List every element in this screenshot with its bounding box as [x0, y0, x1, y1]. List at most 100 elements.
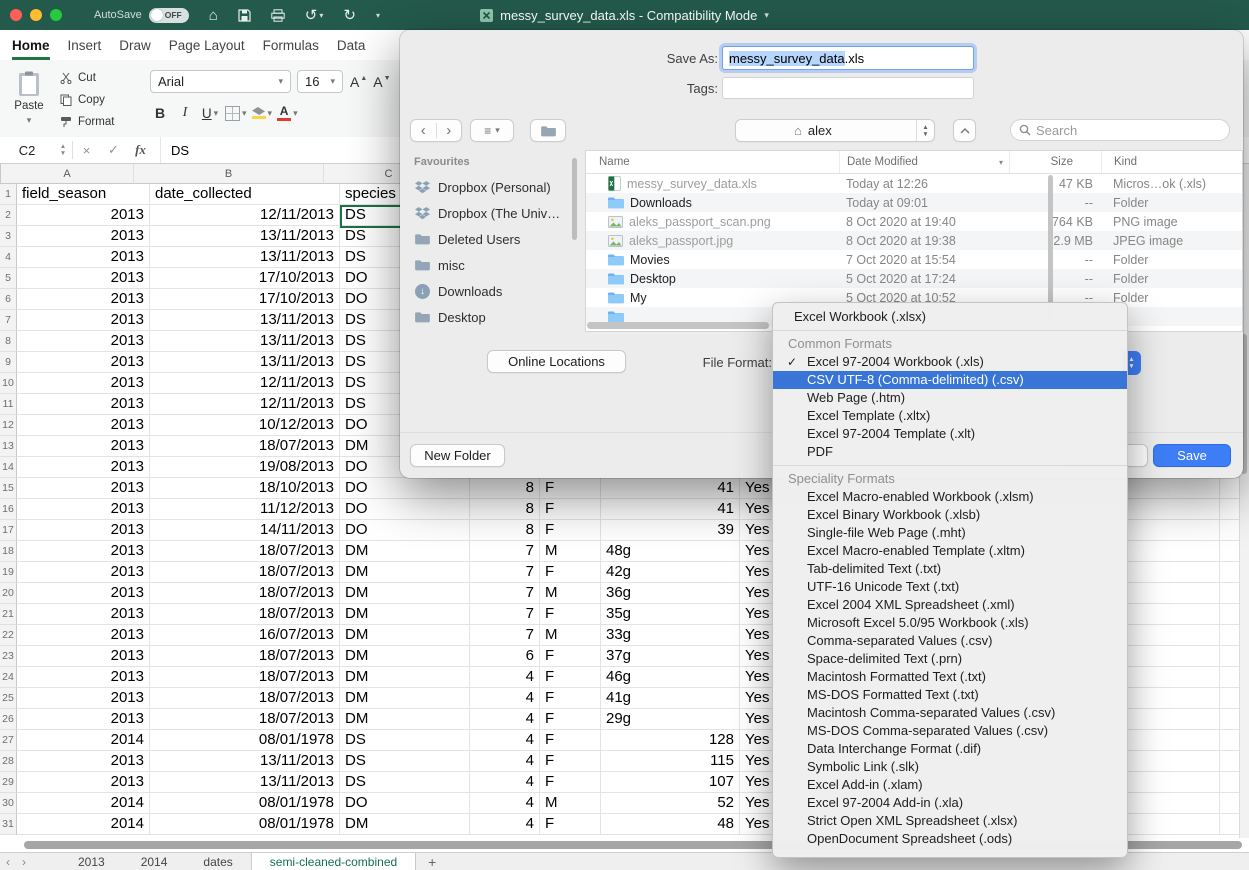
cut-button[interactable]: Cut	[56, 68, 118, 88]
cell[interactable]: 18/07/2013	[150, 541, 340, 562]
up-directory-button[interactable]	[953, 119, 976, 142]
cell[interactable]: 08/01/1978	[150, 814, 340, 835]
cell[interactable]: 19/08/2013	[150, 457, 340, 478]
sheet-tab-2013[interactable]: 2013	[60, 853, 123, 870]
cell[interactable]: 2013	[17, 394, 150, 415]
menu-item-web-page-htm[interactable]: Web Page (.htm)	[773, 389, 1127, 407]
menu-item-excel-macro-enabled-template-xltm[interactable]: Excel Macro-enabled Template (.xltm)	[773, 542, 1127, 560]
cell[interactable]: DM	[340, 814, 470, 835]
cell[interactable]: 2013	[17, 478, 150, 499]
row-number-25[interactable]: 25	[0, 688, 17, 709]
cell[interactable]: 2013	[17, 331, 150, 352]
save-icon[interactable]	[238, 9, 251, 22]
column-header-a[interactable]: A	[1, 164, 134, 184]
menu-item-strict-open-xml-spreadsheet-xlsx[interactable]: Strict Open XML Spreadsheet (.xlsx)	[773, 812, 1127, 830]
sheet-scroll-right-button[interactable]: ›	[16, 853, 32, 870]
row-number-30[interactable]: 30	[0, 793, 17, 814]
cell[interactable]: 13/11/2013	[150, 751, 340, 772]
sidebar-item-dropbox-the-univ[interactable]: Dropbox (The Univ…	[408, 200, 574, 226]
sheet-tab-semi-cleaned-combined[interactable]: semi-cleaned-combined	[251, 853, 416, 870]
ribbon-tab-page-layout[interactable]: Page Layout	[169, 30, 245, 60]
cell[interactable]: 18/10/2013	[150, 478, 340, 499]
row-number-14[interactable]: 14	[0, 457, 17, 478]
cell[interactable]: DM	[340, 646, 470, 667]
sidebar-item-deleted-users[interactable]: Deleted Users	[408, 226, 574, 252]
menu-item-excel-binary-workbook-xlsb[interactable]: Excel Binary Workbook (.xlsb)	[773, 506, 1127, 524]
cell[interactable]: 8	[470, 520, 540, 541]
row-number-5[interactable]: 5	[0, 268, 17, 289]
cell[interactable]: 37g	[601, 646, 740, 667]
cell[interactable]: 2013	[17, 310, 150, 331]
format-painter-button[interactable]: Format	[56, 112, 118, 132]
row-number-29[interactable]: 29	[0, 772, 17, 793]
cell[interactable]: 12/11/2013	[150, 205, 340, 226]
cell[interactable]: DM	[340, 604, 470, 625]
cell[interactable]: 48g	[601, 541, 740, 562]
row-number-24[interactable]: 24	[0, 667, 17, 688]
cell[interactable]: 4	[470, 772, 540, 793]
cancel-entry-button[interactable]: ×	[73, 143, 100, 158]
cell[interactable]: F	[540, 667, 601, 688]
cell[interactable]: 39	[601, 520, 740, 541]
row-number-18[interactable]: 18	[0, 541, 17, 562]
font-size-select[interactable]: 16 ▾	[297, 70, 343, 93]
cell[interactable]: 2013	[17, 373, 150, 394]
sheet-scroll-left-button[interactable]: ‹	[0, 853, 16, 870]
undo-chevron-icon[interactable]: ▾	[319, 8, 323, 23]
borders-button[interactable]: ▾	[225, 102, 247, 124]
menu-item-excel-97-2004-workbook-xls[interactable]: ✓Excel 97-2004 Workbook (.xls)	[773, 353, 1127, 371]
cell[interactable]: field_season	[17, 184, 150, 205]
row-number-20[interactable]: 20	[0, 583, 17, 604]
row-number-19[interactable]: 19	[0, 562, 17, 583]
cell[interactable]: 7	[470, 562, 540, 583]
menu-item-csv-utf-8-comma-delimited-csv[interactable]: CSV UTF-8 (Comma-delimited) (.csv)	[773, 371, 1127, 389]
file-row[interactable]: DownloadsToday at 09:01--Folder	[586, 193, 1242, 212]
cell[interactable]: F	[540, 520, 601, 541]
cell[interactable]: 13/11/2013	[150, 352, 340, 373]
cell[interactable]: DM	[340, 667, 470, 688]
add-sheet-button[interactable]: +	[416, 853, 448, 870]
ribbon-tab-formulas[interactable]: Formulas	[263, 30, 319, 60]
cell[interactable]: DM	[340, 625, 470, 646]
insert-function-button[interactable]: fx	[127, 142, 154, 158]
menu-item-space-delimited-text-prn[interactable]: Space-delimited Text (.prn)	[773, 650, 1127, 668]
redo-button[interactable]: ↻	[343, 8, 356, 23]
column-header-date-modified[interactable]: Date Modified ▾	[839, 151, 1009, 173]
cell[interactable]: 2013	[17, 667, 150, 688]
menu-item-pdf[interactable]: PDF	[773, 443, 1127, 461]
cell[interactable]: 33g	[601, 625, 740, 646]
cell[interactable]: 13/11/2013	[150, 772, 340, 793]
cell[interactable]: 18/07/2013	[150, 436, 340, 457]
name-box[interactable]: C2	[0, 143, 54, 158]
menu-item-excel-97-2004-add-in-xla[interactable]: Excel 97-2004 Add-in (.xla)	[773, 794, 1127, 812]
cell[interactable]: F	[540, 709, 601, 730]
sheet-tab-2014[interactable]: 2014	[123, 853, 186, 870]
cell[interactable]: 2013	[17, 772, 150, 793]
cell[interactable]: 41g	[601, 688, 740, 709]
cell[interactable]: F	[540, 772, 601, 793]
row-number-31[interactable]: 31	[0, 814, 17, 835]
row-number-7[interactable]: 7	[0, 310, 17, 331]
cell[interactable]: DS	[340, 772, 470, 793]
cell[interactable]: 52	[601, 793, 740, 814]
menu-item-excel-template-xltx[interactable]: Excel Template (.xltx)	[773, 407, 1127, 425]
cell[interactable]: 115	[601, 751, 740, 772]
cell[interactable]: 8	[470, 499, 540, 520]
cell[interactable]: 42g	[601, 562, 740, 583]
bold-button[interactable]: B	[150, 102, 170, 124]
sidebar-scrollbar-thumb[interactable]	[572, 158, 577, 240]
search-input[interactable]: Search	[1010, 119, 1230, 141]
cell[interactable]: DO	[340, 520, 470, 541]
row-number-6[interactable]: 6	[0, 289, 17, 310]
cell[interactable]: 4	[470, 814, 540, 835]
ribbon-tab-home[interactable]: Home	[12, 30, 50, 60]
cell[interactable]: 4	[470, 730, 540, 751]
back-button[interactable]: ‹	[411, 123, 437, 138]
row-number-4[interactable]: 4	[0, 247, 17, 268]
cell[interactable]: 2013	[17, 415, 150, 436]
cell[interactable]: F	[540, 499, 601, 520]
menu-item-excel-workbook-xlsx[interactable]: Excel Workbook (.xlsx)	[773, 308, 1127, 326]
row-number-15[interactable]: 15	[0, 478, 17, 499]
sidebar-item-downloads[interactable]: ↓Downloads	[408, 278, 574, 304]
cell[interactable]: 2013	[17, 688, 150, 709]
